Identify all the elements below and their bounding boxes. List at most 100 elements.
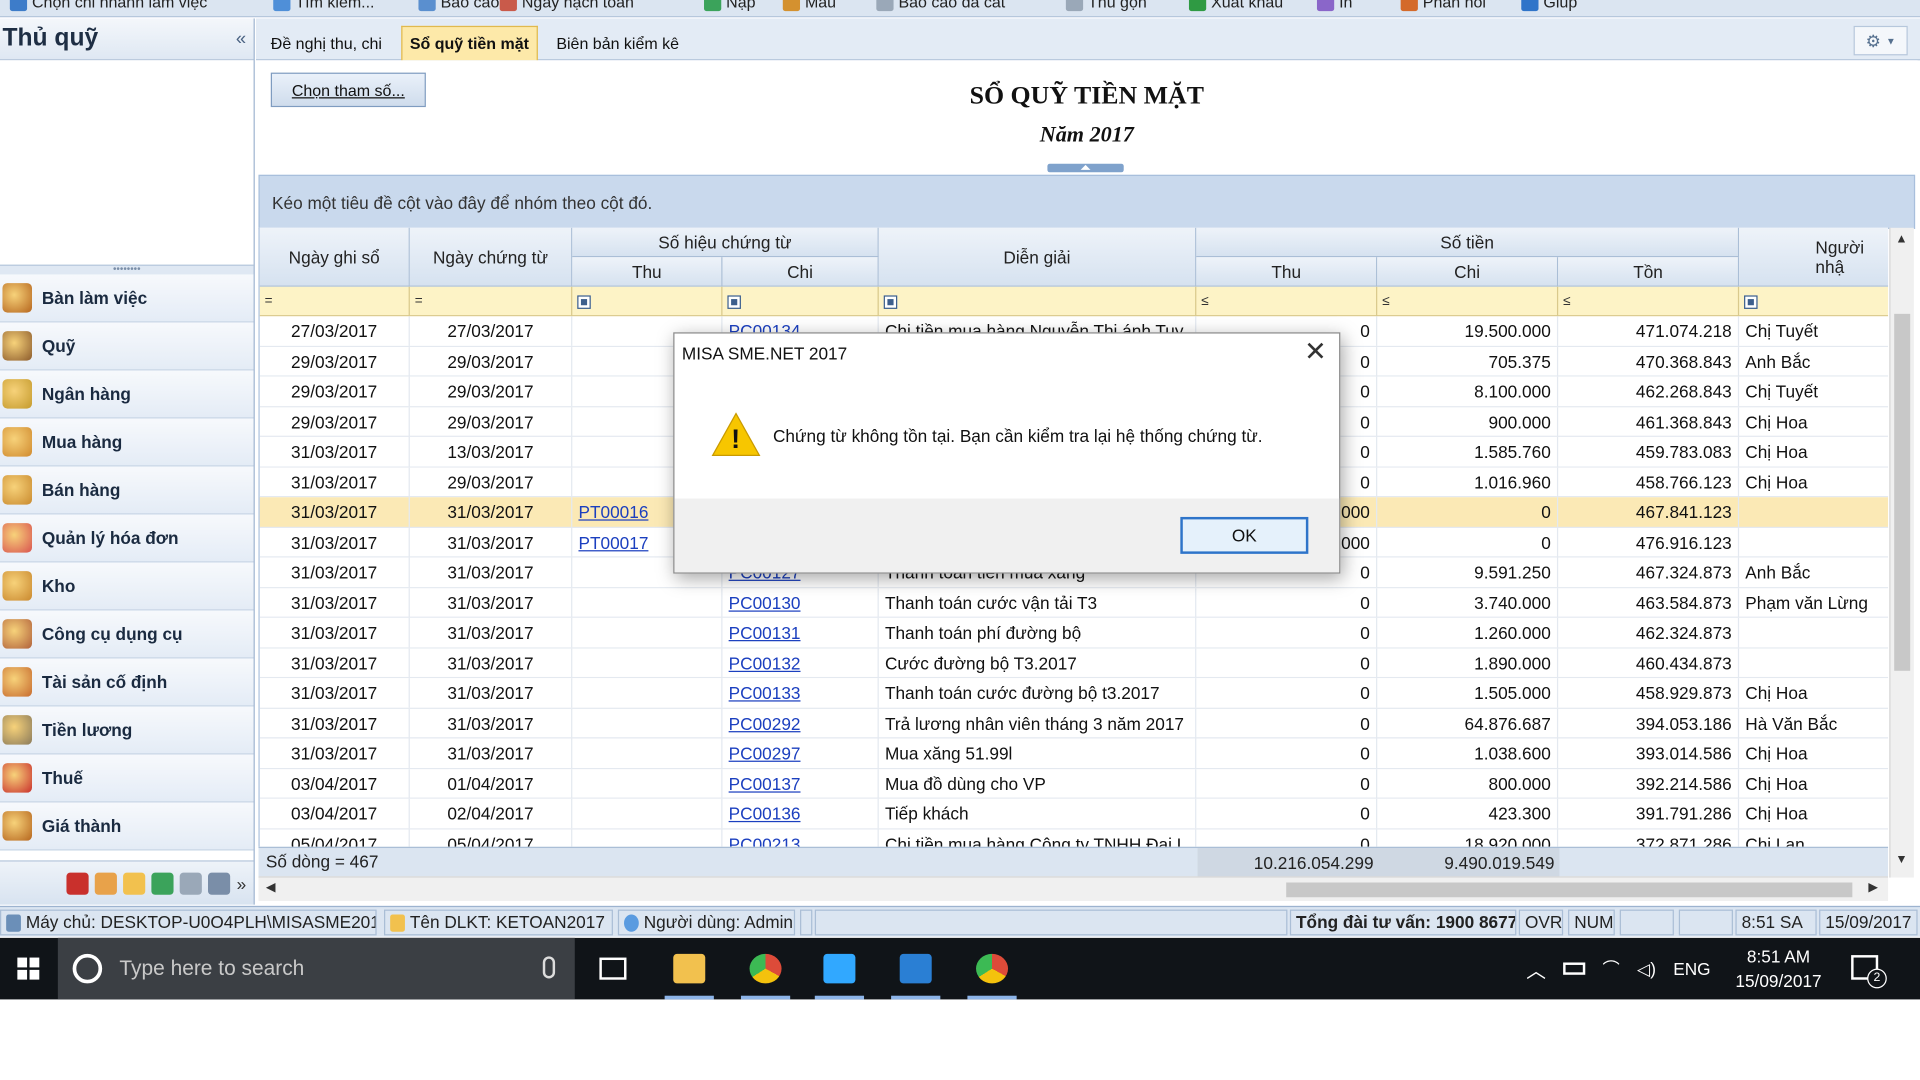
microphone-icon[interactable]: [542, 956, 556, 979]
table-row[interactable]: 03/04/2017 02/04/2017 PC00136 Tiếp khách 0 42…: [259, 798, 1889, 829]
ok-button[interactable]: OK: [1180, 516, 1309, 554]
filter-tien-chi[interactable]: ≤: [1377, 286, 1559, 317]
toolbar-item-4[interactable]: Nạp: [704, 0, 756, 11]
taskbar-app-2[interactable]: [736, 938, 795, 1000]
document-mini-icon[interactable]: [179, 872, 203, 895]
start-button[interactable]: [0, 938, 57, 1000]
scroll-down-arrow-icon[interactable]: ▼: [1895, 853, 1907, 867]
cell-chi[interactable]: PC00297: [722, 738, 879, 769]
table-row[interactable]: 31/03/2017 31/03/2017 PC00130 Thanh toán cư…: [259, 587, 1889, 618]
table-row[interactable]: 31/03/2017 31/03/2017 PC00297 Mua xăng 51.9…: [259, 738, 1889, 769]
toolbar-item-7[interactable]: Thu gọn: [1065, 0, 1147, 11]
table-row[interactable]: 31/03/2017 31/03/2017 PC00292 Trả lương nhâ…: [259, 708, 1889, 739]
sidebar-item-8[interactable]: Tài sản cố định: [0, 658, 254, 707]
money-mini-icon[interactable]: [123, 872, 146, 895]
cell-chi[interactable]: PC00137: [722, 768, 879, 799]
filter-nguoi-nhan[interactable]: [1739, 287, 1888, 317]
col-header-tien-chi[interactable]: Chi: [1377, 257, 1559, 287]
toolbar-item-8[interactable]: Xuất khẩu: [1188, 0, 1283, 11]
filter-ngay-chung-tu[interactable]: =: [410, 286, 573, 317]
table-row[interactable]: 31/03/2017 31/03/2017 PC00131 Thanh toán ph…: [259, 617, 1889, 649]
more-modules-icon[interactable]: »: [237, 873, 247, 893]
col-header-ngay-ghi-so[interactable]: Ngày ghi sổ: [259, 227, 410, 287]
wifi-icon[interactable]: ⌒: [1603, 956, 1620, 981]
toolbar-item-10[interactable]: Phản hồi: [1400, 0, 1486, 11]
sidebar-item-11[interactable]: Giá thành: [0, 802, 254, 851]
vertical-scrollbar[interactable]: ▲ ▼: [1889, 227, 1914, 878]
header-collapse-handle[interactable]: [1047, 163, 1124, 173]
taskbar-app-3[interactable]: [810, 938, 869, 1000]
battery-icon[interactable]: [1563, 962, 1586, 975]
sidebar-item-2[interactable]: Ngân hàng: [0, 370, 254, 419]
scroll-up-arrow-icon[interactable]: ▲: [1895, 233, 1907, 247]
calendar-mini-icon[interactable]: [95, 872, 118, 895]
settings-button[interactable]: ⚙ ▼: [1853, 25, 1908, 56]
sidebar-item-1[interactable]: Quỹ: [0, 322, 254, 371]
horizontal-scrollbar[interactable]: ◀ ▶: [258, 876, 1889, 901]
toolbar-item-5[interactable]: Mẫu: [782, 0, 836, 11]
cell-chi[interactable]: PC00132: [722, 648, 879, 678]
tab-de-nghi-thu-chi[interactable]: Đề nghị thu, chi: [263, 26, 389, 60]
toolbar-item-2[interactable]: Báo cáo: [418, 0, 499, 11]
vertical-scroll-thumb[interactable]: [1894, 313, 1911, 671]
table-row[interactable]: 03/04/2017 01/04/2017 PC00137 Mua đồ dùng c…: [259, 768, 1889, 799]
group-by-panel[interactable]: Kéo một tiêu đề cột vào đây để nhóm theo…: [258, 174, 1916, 229]
col-header-tien-thu[interactable]: Thu: [1196, 257, 1378, 287]
sidebar-item-3[interactable]: Mua hàng: [0, 418, 254, 467]
toolbar-item-9[interactable]: In: [1316, 0, 1352, 11]
sidebar-item-7[interactable]: Công cụ dụng cụ: [0, 610, 254, 659]
invoice-mini-icon[interactable]: [66, 872, 89, 895]
col-header-ngay-chung-tu[interactable]: Ngày chứng từ: [409, 227, 573, 287]
sidebar-item-0[interactable]: Bàn làm việc: [0, 274, 254, 323]
toolbar-item-3[interactable]: Ngày hạch toán: [499, 0, 634, 11]
col-header-so-hieu-thu[interactable]: Thu: [572, 257, 723, 287]
table-row[interactable]: 31/03/2017 31/03/2017 PC00132 Cước đường bộ…: [259, 648, 1889, 679]
cell-chi[interactable]: PC00136: [722, 798, 879, 829]
taskbar-app-1[interactable]: [660, 938, 719, 1000]
notification-center-icon[interactable]: 2: [1851, 955, 1887, 989]
table-row[interactable]: 31/03/2017 31/03/2017 PC00133 Thanh toán cư…: [259, 678, 1889, 709]
col-header-ton[interactable]: Tồn: [1558, 257, 1740, 287]
col-header-dien-giai[interactable]: Diễn giải: [878, 227, 1197, 287]
col-header-so-hieu-chung-tu[interactable]: Số hiệu chứng từ: [572, 227, 879, 258]
dialog-close-button[interactable]: ✕: [1304, 338, 1327, 365]
toolbar-item-6[interactable]: Báo cáo đã cất: [876, 0, 1005, 11]
filter-dien-giai[interactable]: [879, 286, 1197, 317]
sidebar-item-9[interactable]: Tiền lương: [0, 706, 254, 755]
col-header-so-hieu-chi[interactable]: Chi: [722, 257, 879, 287]
network-mini-icon[interactable]: [151, 872, 174, 895]
cell-chi[interactable]: PC00292: [722, 708, 879, 738]
cell-chi[interactable]: PC00133: [722, 678, 879, 708]
filter-ngay-ghi-so[interactable]: =: [260, 286, 410, 317]
scroll-right-arrow-icon[interactable]: ▶: [1868, 881, 1877, 895]
collapse-panel-icon[interactable]: «: [236, 28, 246, 49]
col-header-nguoi-nhan[interactable]: Người nhậ: [1739, 227, 1889, 287]
taskbar-search-box[interactable]: Type here to search: [57, 937, 575, 1000]
sidebar-item-5[interactable]: Quản lý hóa đơn: [0, 514, 254, 563]
col-header-so-tien[interactable]: Số tiền: [1196, 227, 1740, 258]
panel-splitter[interactable]: ••••••••: [0, 264, 254, 275]
show-hidden-icons-icon[interactable]: ︿: [1526, 954, 1546, 984]
scroll-left-arrow-icon[interactable]: ◀: [266, 881, 275, 895]
toolbar-item-11[interactable]: Giúp: [1521, 0, 1577, 11]
cell-chi[interactable]: PC00131: [722, 617, 879, 648]
horizontal-scroll-thumb[interactable]: [1286, 882, 1853, 898]
filter-so-hieu-chi[interactable]: [722, 286, 879, 317]
taskbar-clock[interactable]: 8:51 AM 15/09/2017: [1726, 944, 1832, 993]
tab-so-quy-tien-mat[interactable]: Sổ quỹ tiền mặt: [401, 25, 538, 61]
taskbar-app-4[interactable]: [886, 938, 945, 1000]
cell-chi[interactable]: PC00213: [722, 828, 879, 847]
printer-mini-icon[interactable]: [208, 872, 231, 895]
cell-chi[interactable]: PC00130: [722, 587, 879, 618]
taskbar-app-5[interactable]: [962, 938, 1021, 1000]
sidebar-item-4[interactable]: Bán hàng: [0, 466, 254, 515]
tab-bien-ban-kiem-ke[interactable]: Biên bản kiểm kê: [549, 26, 687, 60]
sidebar-item-10[interactable]: Thuế: [0, 754, 254, 803]
sidebar-item-6[interactable]: Kho: [0, 562, 254, 611]
table-row[interactable]: 05/04/2017 05/04/2017 PC00213 Chi tiền mua …: [259, 828, 1889, 847]
filter-tien-thu[interactable]: ≤: [1196, 286, 1378, 317]
taskbar-app-0[interactable]: [583, 938, 642, 1000]
language-indicator[interactable]: ENG: [1673, 959, 1710, 979]
volume-icon[interactable]: ◁): [1637, 958, 1656, 979]
filter-so-hieu-thu[interactable]: [572, 286, 723, 317]
